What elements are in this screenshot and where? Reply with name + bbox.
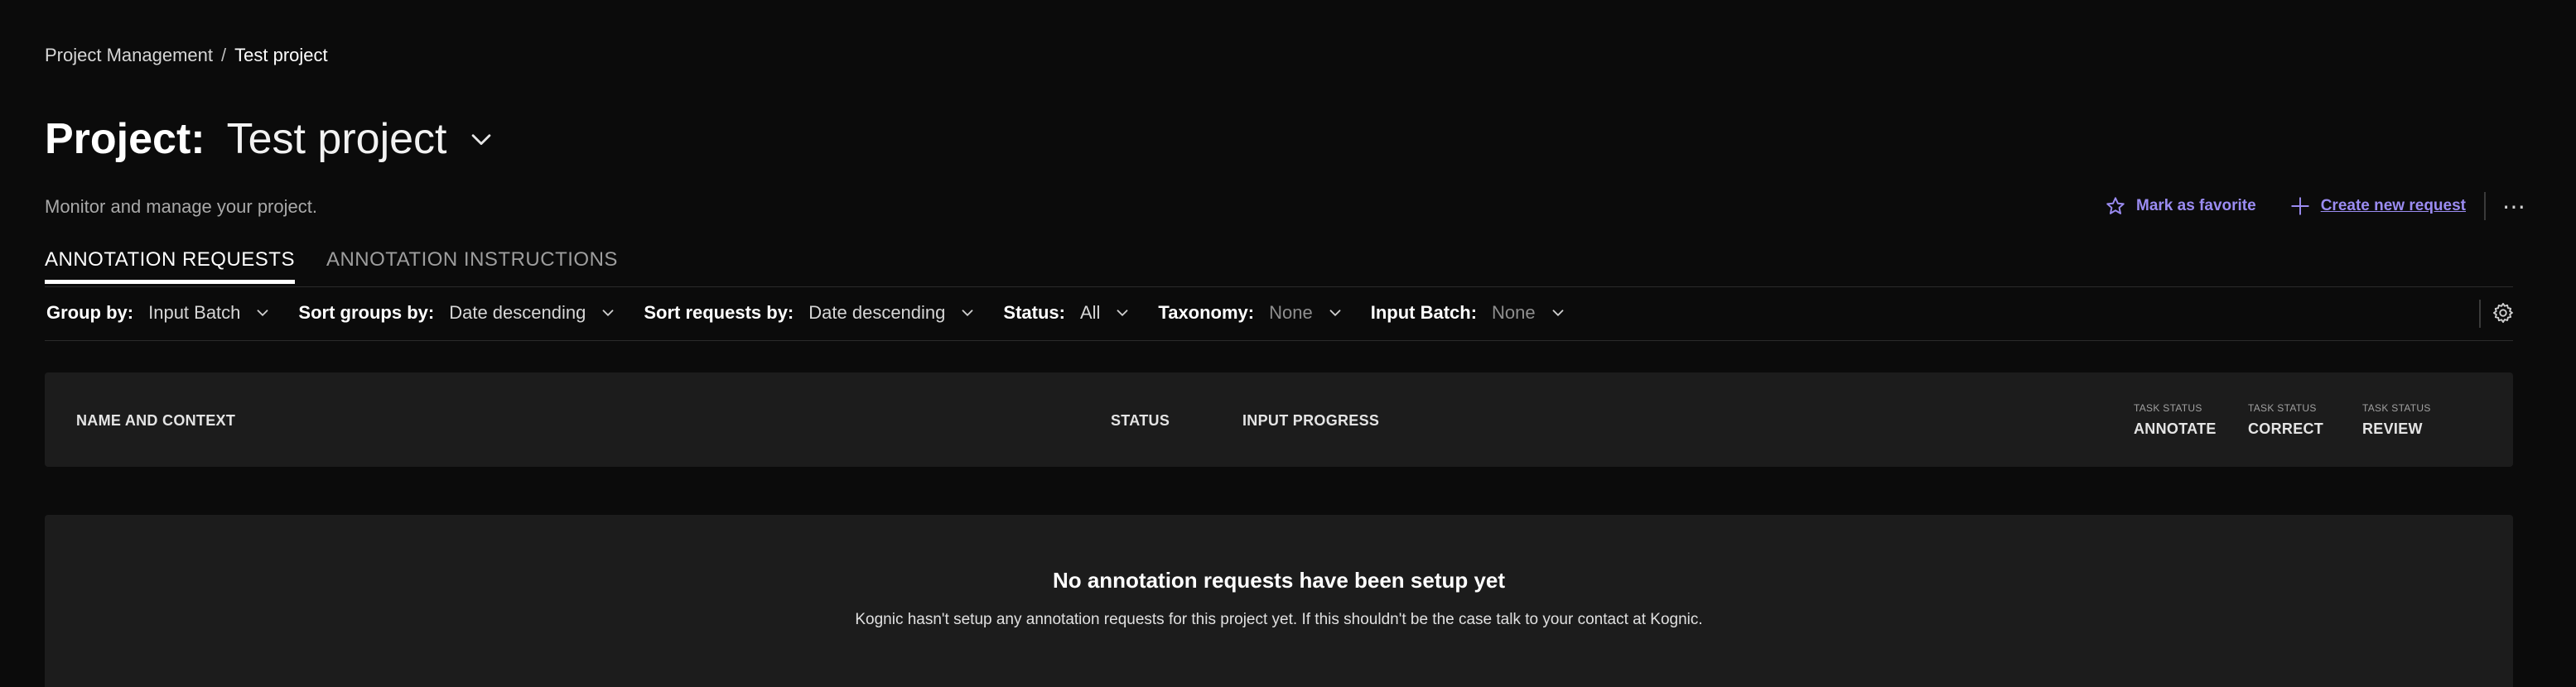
input-batch-label: Input Batch: xyxy=(1370,302,1478,323)
actions-divider xyxy=(2484,192,2486,220)
page-title: Project: Test project xyxy=(45,114,495,164)
mark-as-favorite-button[interactable]: Mark as favorite xyxy=(2105,195,2256,217)
page-subtitle: Monitor and manage your project. xyxy=(45,196,317,217)
group-by-value: Input Batch xyxy=(148,302,241,323)
create-new-request-label: Create new request xyxy=(2320,197,2466,214)
input-batch-select[interactable]: Input Batch: None xyxy=(1371,302,1567,324)
breadcrumb-separator: / xyxy=(221,45,227,65)
taxonomy-value: None xyxy=(1269,302,1313,323)
more-options-icon[interactable]: ⋯ xyxy=(2502,193,2526,220)
tab-bar: ANNOTATION REQUESTS ANNOTATION INSTRUCTI… xyxy=(45,248,618,284)
sort-requests-by-label: Sort requests by: xyxy=(644,302,794,323)
filter-divider xyxy=(2479,300,2481,328)
status-label: Status: xyxy=(1003,302,1065,323)
tab-annotation-instructions[interactable]: ANNOTATION INSTRUCTIONS xyxy=(326,248,618,284)
sort-groups-by-label: Sort groups by: xyxy=(298,302,435,323)
plus-icon xyxy=(2290,197,2309,215)
taxonomy-select[interactable]: Taxonomy: None xyxy=(1158,302,1343,324)
create-new-request-button[interactable]: Create new request xyxy=(2289,195,2466,217)
chevron-down-icon xyxy=(1117,310,1128,317)
group-by-label: Group by: xyxy=(46,302,134,323)
project-switcher-chevron-down-icon[interactable] xyxy=(467,125,495,153)
project-name: Test project xyxy=(226,115,447,163)
chevron-down-icon xyxy=(1552,310,1564,317)
page-title-prefix: Project: xyxy=(45,115,205,163)
column-correct-caption: TASK STATUS xyxy=(2248,402,2317,414)
breadcrumb-project-management-link[interactable]: Project Management xyxy=(45,45,213,66)
chevron-down-icon xyxy=(602,310,614,317)
empty-state-text: Kognic hasn't setup any annotation reque… xyxy=(855,611,1703,628)
column-status[interactable]: STATUS xyxy=(1111,412,1170,430)
chevron-down-icon xyxy=(1329,310,1341,317)
input-batch-value: None xyxy=(1492,302,1536,323)
taxonomy-label: Taxonomy: xyxy=(1158,302,1255,323)
column-input-progress[interactable]: INPUT PROGRESS xyxy=(1242,412,1379,430)
mark-as-favorite-label: Mark as favorite xyxy=(2136,197,2256,214)
filter-bar-divider xyxy=(45,340,2513,341)
star-icon xyxy=(2106,197,2125,214)
sort-groups-by-select[interactable]: Sort groups by: Date descending xyxy=(298,302,617,324)
project-page: Project Management / Test project Projec… xyxy=(0,0,2576,687)
group-by-select[interactable]: Group by: Input Batch xyxy=(46,302,272,324)
header-actions: Mark as favorite Create new request ⋯ xyxy=(2105,192,2526,220)
breadcrumb: Project Management / Test project xyxy=(45,45,328,66)
filter-bar: Group by: Input Batch Sort groups by: Da… xyxy=(46,298,1594,328)
status-select[interactable]: Status: All xyxy=(1003,302,1131,324)
column-review[interactable]: REVIEW xyxy=(2362,420,2423,438)
empty-state-title: No annotation requests have been setup y… xyxy=(1052,568,1506,593)
column-name-and-context[interactable]: NAME AND CONTEXT xyxy=(76,412,235,430)
requests-table-header: NAME AND CONTEXT STATUS INPUT PROGRESS T… xyxy=(45,372,2513,467)
tabs-divider xyxy=(45,286,2513,287)
column-review-caption: TASK STATUS xyxy=(2362,402,2431,414)
tab-annotation-requests[interactable]: ANNOTATION REQUESTS xyxy=(45,248,295,284)
chevron-down-icon xyxy=(962,310,973,317)
sort-groups-by-value: Date descending xyxy=(449,302,586,323)
column-annotate-caption: TASK STATUS xyxy=(2134,402,2202,414)
empty-state: No annotation requests have been setup y… xyxy=(45,515,2513,687)
column-correct[interactable]: CORRECT xyxy=(2248,420,2323,438)
sort-requests-by-select[interactable]: Sort requests by: Date descending xyxy=(644,302,977,324)
status-value: All xyxy=(1079,302,1101,323)
sort-requests-by-value: Date descending xyxy=(808,302,946,323)
column-annotate[interactable]: ANNOTATE xyxy=(2134,420,2217,438)
gear-icon[interactable] xyxy=(2492,301,2515,324)
breadcrumb-current: Test project xyxy=(234,45,328,65)
chevron-down-icon xyxy=(258,310,268,317)
